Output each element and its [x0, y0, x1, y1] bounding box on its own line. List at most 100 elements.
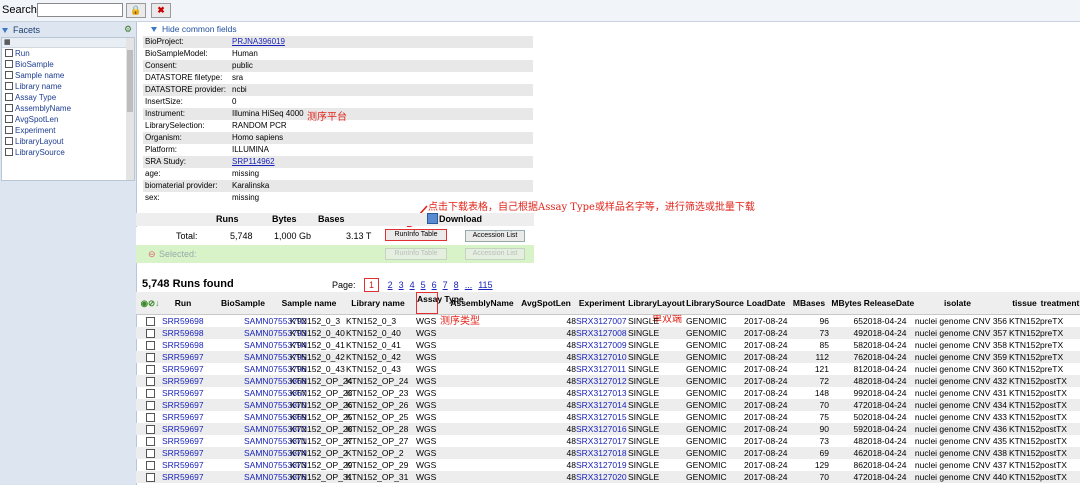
table-row[interactable]: SRR5969797SAMN07553868KTN152_OP_24KTN152…	[136, 375, 1080, 387]
table-row[interactable]: SRR5969792SAMN07553871KTN152_OP_27KTN152…	[136, 435, 1080, 447]
row-checkbox[interactable]	[146, 473, 155, 482]
facet-item[interactable]: AssemblyName	[2, 103, 134, 114]
table-row[interactable]: SRR5969796SAMN07553867KTN152_OP_23KTN152…	[136, 387, 1080, 399]
cell-experiment[interactable]: SRX3127018	[576, 447, 628, 459]
runinfo-table-button[interactable]: RunInfo Table	[385, 229, 447, 241]
row-checkbox[interactable]	[146, 425, 155, 434]
table-row[interactable]: SRR5969802SAMN07553792KTN152_0_3KTN152_0…	[136, 315, 1080, 327]
cell-run[interactable]: SRR5969789	[162, 471, 204, 483]
cell-run[interactable]: SRR5969794	[162, 411, 204, 423]
cell-run[interactable]: SRR5969793	[162, 423, 204, 435]
row-checkbox[interactable]	[146, 317, 155, 326]
column-header-sample-name[interactable]: Sample name	[272, 292, 346, 314]
cell-run[interactable]: SRR5969799	[162, 351, 204, 363]
cell-run[interactable]: SRR5969792	[162, 435, 204, 447]
cell-run[interactable]: SRR5969802	[162, 315, 204, 327]
cell-experiment[interactable]: SRX3127009	[576, 339, 628, 351]
column-header-treatment[interactable]: treatment	[1040, 292, 1080, 314]
facet-checkbox[interactable]	[5, 49, 13, 57]
page-link[interactable]: 5	[421, 280, 426, 290]
select-all-icon[interactable]: ◉⊘↓	[139, 292, 161, 314]
facet-item[interactable]: Run	[2, 48, 134, 59]
row-checkbox[interactable]	[146, 365, 155, 374]
table-row[interactable]: SRR5969791SAMN07553874KTN152_OP_2KTN152_…	[136, 447, 1080, 459]
cell-run[interactable]: SRR5969796	[162, 387, 204, 399]
facet-item[interactable]: AvgSpotLen	[2, 114, 134, 125]
column-header-isolate[interactable]: isolate	[908, 292, 1007, 314]
page-link[interactable]: 7	[443, 280, 448, 290]
facet-item[interactable]: LibraryLayout	[2, 136, 134, 147]
row-checkbox[interactable]	[146, 353, 155, 362]
facet-item[interactable]: Assay Type	[2, 92, 134, 103]
table-row[interactable]: SRR5969790SAMN07553873KTN152_OP_29KTN152…	[136, 459, 1080, 471]
cell-run[interactable]: SRR5969795	[162, 399, 204, 411]
facet-item[interactable]: Experiment	[2, 125, 134, 136]
column-header-biosample[interactable]: BioSample	[216, 292, 270, 314]
table-row[interactable]: SRR5969801SAMN07553793KTN152_0_40KTN152_…	[136, 327, 1080, 339]
facet-checkbox[interactable]	[5, 71, 13, 79]
cell-run[interactable]: SRR5969790	[162, 459, 204, 471]
facets-header[interactable]: Facets	[2, 25, 40, 35]
column-header-mbytes[interactable]: MBytes	[830, 292, 863, 314]
cell-experiment[interactable]: SRX3127012	[576, 375, 628, 387]
hide-common-fields-toggle[interactable]: Hide common fields	[151, 24, 237, 34]
row-checkbox[interactable]	[146, 377, 155, 386]
row-checkbox[interactable]	[146, 341, 155, 350]
column-header-library-name[interactable]: Library name	[346, 292, 410, 314]
facet-checkbox[interactable]	[5, 82, 13, 90]
cell-experiment[interactable]: SRX3127007	[576, 315, 628, 327]
cell-experiment[interactable]: SRX3127014	[576, 399, 628, 411]
scrollbar-thumb[interactable]	[127, 50, 133, 112]
table-row[interactable]: SRR5969789SAMN07553876KTN152_OP_31KTN152…	[136, 471, 1080, 483]
search-input[interactable]	[37, 3, 123, 17]
settings-icon[interactable]: ⚙	[124, 24, 133, 34]
accession-list-button[interactable]: Accession List	[465, 230, 525, 242]
page-link[interactable]: 4	[410, 280, 415, 290]
selected-accession-button[interactable]: Accession List	[465, 248, 525, 260]
selected-runinfo-button[interactable]: RunInfo Table	[385, 248, 447, 260]
table-row[interactable]: SRR5969800SAMN07553794KTN152_0_41KTN152_…	[136, 339, 1080, 351]
table-row[interactable]: SRR5969793SAMN07553872KTN152_OP_28KTN152…	[136, 423, 1080, 435]
field-value-link[interactable]: SRP114962	[232, 156, 533, 168]
column-header-assay-type[interactable]: Assay Type	[416, 292, 464, 314]
cell-experiment[interactable]: SRX3127015	[576, 411, 628, 423]
facet-item[interactable]: Library name	[2, 81, 134, 92]
column-header-librarysource[interactable]: LibrarySource	[686, 292, 744, 314]
column-header-mbases[interactable]: MBases	[789, 292, 829, 314]
table-row[interactable]: SRR5969799SAMN07553795KTN152_0_42KTN152_…	[136, 351, 1080, 363]
cell-experiment[interactable]: SRX3127008	[576, 327, 628, 339]
table-row[interactable]: SRR5969798SAMN07553796KTN152_0_43KTN152_…	[136, 363, 1080, 375]
column-header-tissue[interactable]: tissue	[1009, 292, 1040, 314]
page-link[interactable]: ...	[465, 280, 473, 290]
cell-experiment[interactable]: SRX3127011	[576, 363, 628, 375]
row-checkbox[interactable]	[146, 329, 155, 338]
clear-button[interactable]: ✖	[151, 3, 171, 18]
facet-scrollbar[interactable]	[126, 38, 134, 180]
row-checkbox[interactable]	[146, 437, 155, 446]
lock-button[interactable]: 🔒	[126, 3, 146, 18]
cell-experiment[interactable]: SRX3127017	[576, 435, 628, 447]
table-row[interactable]: SRR5969795SAMN07553870KTN152_OP_26KTN152…	[136, 399, 1080, 411]
column-header-avgspotlen[interactable]: AvgSpotLen	[516, 292, 576, 314]
cell-run[interactable]: SRR5969801	[162, 327, 204, 339]
cell-run[interactable]: SRR5969797	[162, 375, 204, 387]
facet-item[interactable]: BioSample	[2, 59, 134, 70]
cell-experiment[interactable]: SRX3127013	[576, 387, 628, 399]
cell-experiment[interactable]: SRX3127010	[576, 351, 628, 363]
cell-experiment[interactable]: SRX3127019	[576, 459, 628, 471]
facet-checkbox[interactable]	[5, 93, 13, 101]
facet-checkbox[interactable]	[5, 104, 13, 112]
page-link[interactable]: 8	[454, 280, 459, 290]
cell-experiment[interactable]: SRX3127016	[576, 423, 628, 435]
row-checkbox[interactable]	[146, 461, 155, 470]
column-header-librarylayout[interactable]: LibraryLayout	[628, 292, 685, 314]
column-header-run[interactable]: Run	[162, 292, 204, 314]
row-checkbox[interactable]	[146, 413, 155, 422]
column-header-experiment[interactable]: Experiment	[576, 292, 628, 314]
facet-checkbox[interactable]	[5, 126, 13, 134]
row-checkbox[interactable]	[146, 401, 155, 410]
table-row[interactable]: SRR5969794SAMN07553869KTN152_OP_25KTN152…	[136, 411, 1080, 423]
row-checkbox[interactable]	[146, 449, 155, 458]
page-link[interactable]: 115	[478, 280, 492, 290]
field-value-link[interactable]: PRJNA396019	[232, 36, 533, 48]
